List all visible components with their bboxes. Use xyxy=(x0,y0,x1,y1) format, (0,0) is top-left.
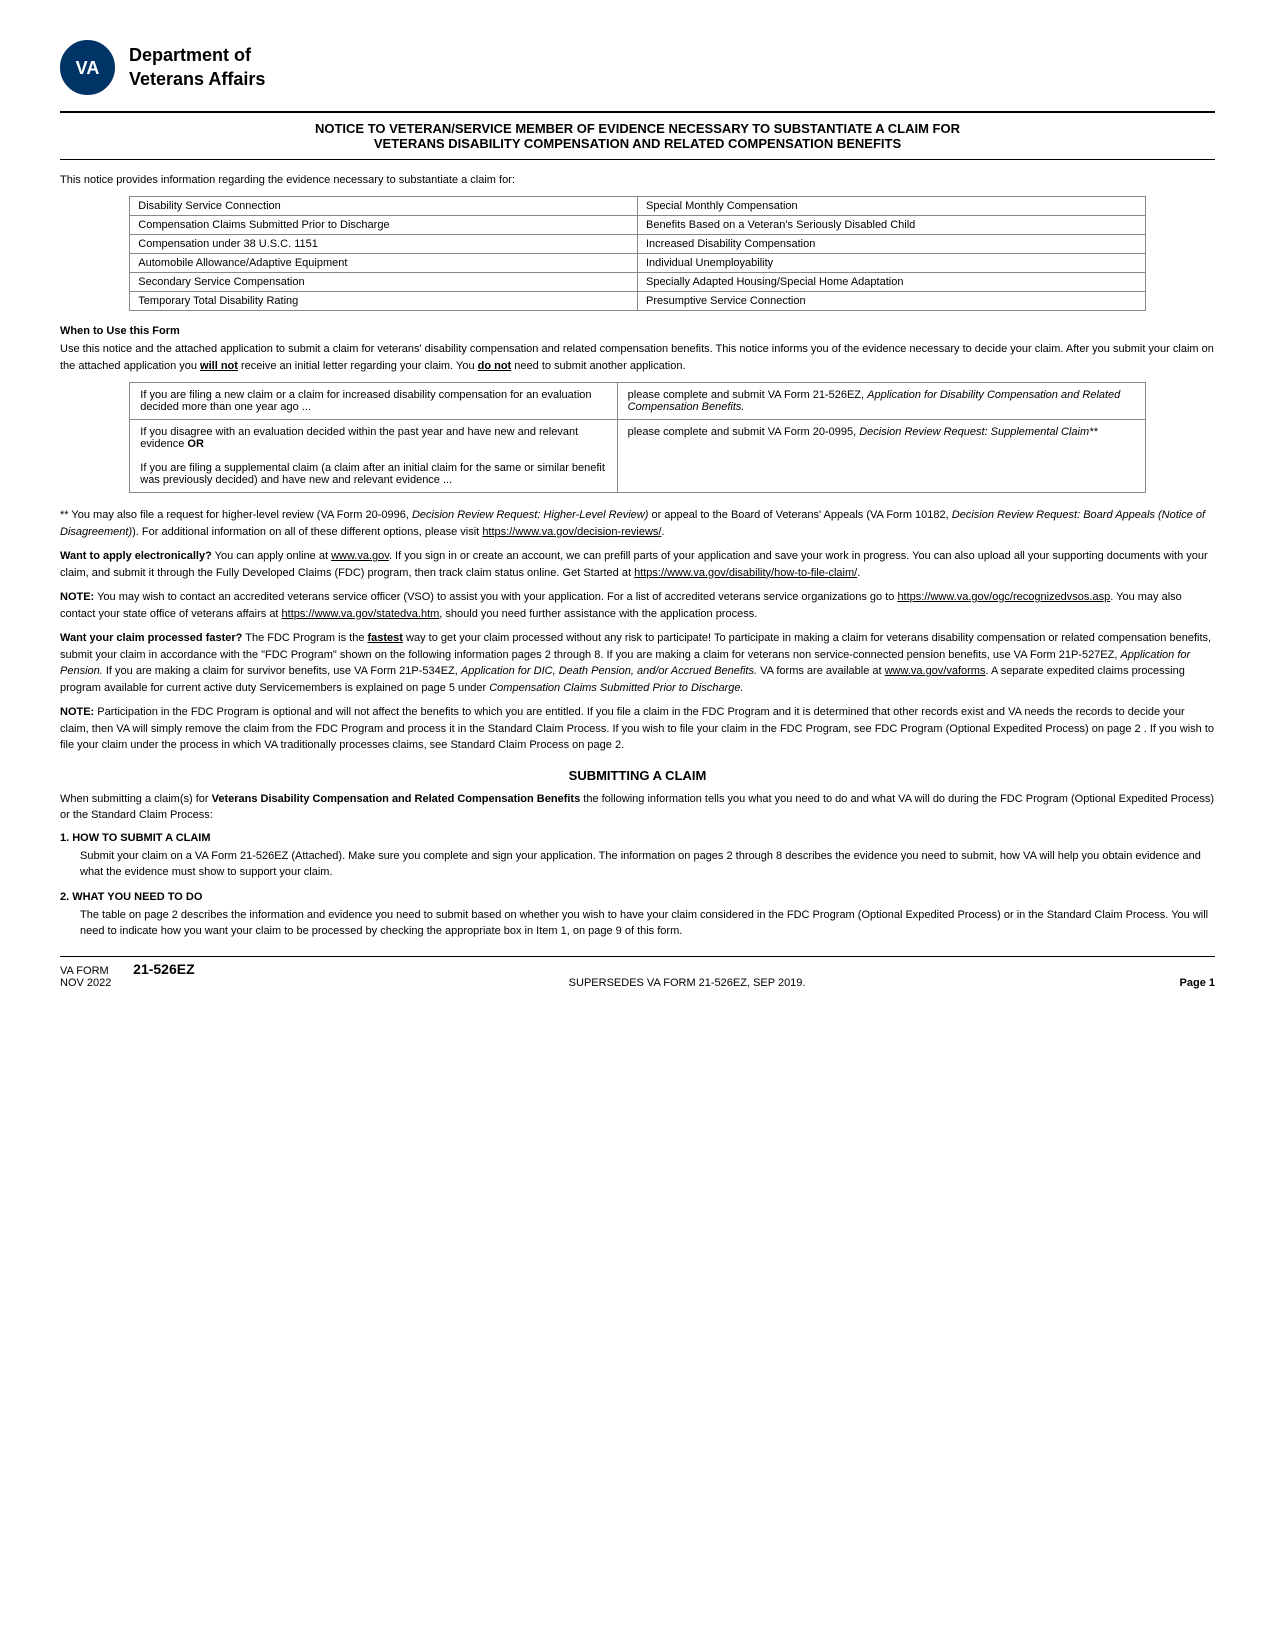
va-logo-icon: VA xyxy=(60,40,115,95)
footer-center: SUPERSEDES VA FORM 21-526EZ, SEP 2019. xyxy=(569,977,806,989)
decision-right: please complete and submit VA Form 21-52… xyxy=(617,383,1145,420)
section1-body: Submit your claim on a VA Form 21-526EZ … xyxy=(80,848,1215,881)
org-line2: Veterans Affairs xyxy=(129,69,265,89)
footer-left: VA FORM 21-526EZ NOV 2022 xyxy=(60,961,195,989)
table-row: Disability Service Connection Special Mo… xyxy=(130,197,1145,216)
table-row: If you disagree with an evaluation decid… xyxy=(130,420,1145,493)
section2-body: The table on page 2 describes the inform… xyxy=(80,907,1215,940)
benefit-cell: Compensation Claims Submitted Prior to D… xyxy=(130,216,638,235)
decision-left: If you disagree with an evaluation decid… xyxy=(130,420,617,493)
submitting-title: SUBMITTING A CLAIM xyxy=(60,768,1215,783)
note1-text: NOTE: You may wish to contact an accredi… xyxy=(60,589,1215,622)
benefit-cell: Specially Adapted Housing/Special Home A… xyxy=(637,273,1145,292)
benefit-cell: Increased Disability Compensation xyxy=(637,235,1145,254)
table-row: Automobile Allowance/Adaptive Equipment … xyxy=(130,254,1145,273)
footer-date: NOV 2022 xyxy=(60,977,111,989)
section1-heading: 1. HOW TO SUBMIT A CLAIM xyxy=(60,832,1215,844)
org-name: Department of Veterans Affairs xyxy=(129,44,265,91)
benefit-cell: Disability Service Connection xyxy=(130,197,638,216)
header: VA Department of Veterans Affairs xyxy=(60,40,1215,95)
benefit-cell: Presumptive Service Connection xyxy=(637,292,1145,311)
footer-form-number: 21-526EZ xyxy=(133,961,194,977)
decision-left: If you are filing a new claim or a claim… xyxy=(130,383,617,420)
apply-electronically-text: Want to apply electronically? You can ap… xyxy=(60,548,1215,581)
table-row: Compensation Claims Submitted Prior to D… xyxy=(130,216,1145,235)
submitting-intro: When submitting a claim(s) for Veterans … xyxy=(60,791,1215,824)
benefit-cell: Temporary Total Disability Rating xyxy=(130,292,638,311)
table-row: Compensation under 38 U.S.C. 1151 Increa… xyxy=(130,235,1145,254)
page-title: NOTICE TO VETERAN/SERVICE MEMBER OF EVID… xyxy=(60,111,1215,160)
faster-text: Want your claim processed faster? The FD… xyxy=(60,630,1215,696)
benefit-cell: Compensation under 38 U.S.C. 1151 xyxy=(130,235,638,254)
benefit-cell: Benefits Based on a Veteran's Seriously … xyxy=(637,216,1145,235)
table-row: If you are filing a new claim or a claim… xyxy=(130,383,1145,420)
table-row: Secondary Service Compensation Specially… xyxy=(130,273,1145,292)
benefits-table: Disability Service Connection Special Mo… xyxy=(129,196,1145,311)
svg-text:VA: VA xyxy=(76,58,100,78)
section1: 1. HOW TO SUBMIT A CLAIM Submit your cla… xyxy=(60,832,1215,881)
decision-right: please complete and submit VA Form 20-09… xyxy=(617,420,1145,493)
benefit-cell: Secondary Service Compensation xyxy=(130,273,638,292)
page-footer: VA FORM 21-526EZ NOV 2022 SUPERSEDES VA … xyxy=(60,956,1215,989)
when-to-use-text: Use this notice and the attached applica… xyxy=(60,341,1215,374)
footnote-text: ** You may also file a request for highe… xyxy=(60,507,1215,540)
benefit-cell: Special Monthly Compensation xyxy=(637,197,1145,216)
section2: 2. WHAT YOU NEED TO DO The table on page… xyxy=(60,891,1215,940)
benefit-cell: Individual Unemployability xyxy=(637,254,1145,273)
decision-table: If you are filing a new claim or a claim… xyxy=(129,382,1145,493)
when-to-use-heading: When to Use this Form xyxy=(60,325,1215,337)
note2-text: NOTE: Participation in the FDC Program i… xyxy=(60,704,1215,754)
intro-text: This notice provides information regardi… xyxy=(60,174,1215,186)
footer-va-form-label: VA FORM xyxy=(60,965,109,977)
table-row: Temporary Total Disability Rating Presum… xyxy=(130,292,1145,311)
section2-heading: 2. WHAT YOU NEED TO DO xyxy=(60,891,1215,903)
footer-page: Page 1 xyxy=(1180,977,1215,989)
org-line1: Department of xyxy=(129,45,251,65)
benefit-cell: Automobile Allowance/Adaptive Equipment xyxy=(130,254,638,273)
